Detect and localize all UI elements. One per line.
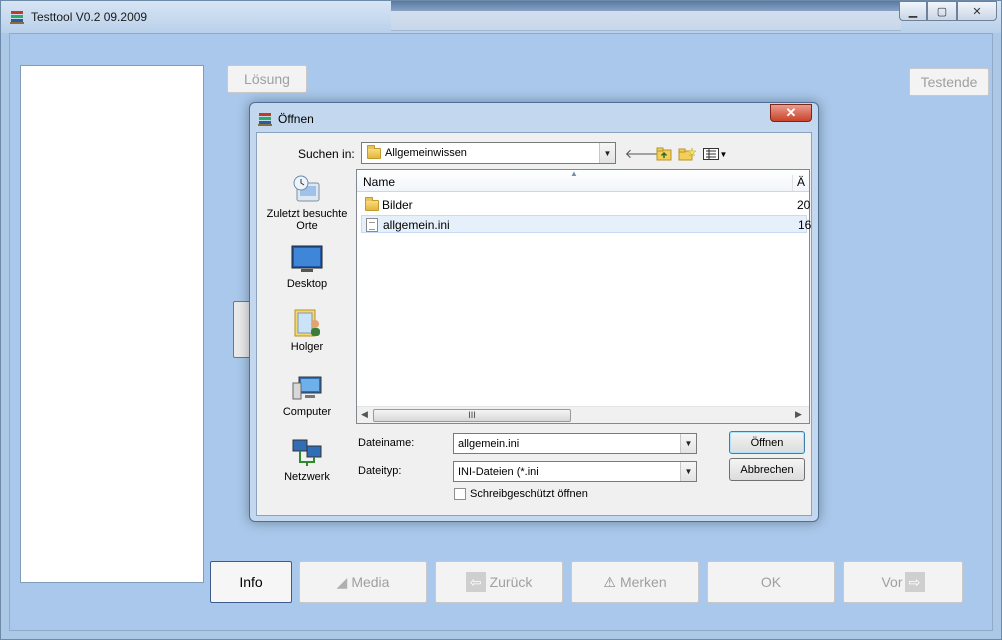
view-menu-icon[interactable]: ▼ [701,145,729,163]
place-computer-label: Computer [282,406,332,418]
scrollbar-thumb[interactable]: III [373,409,571,422]
close-icon: ✕ [785,105,797,120]
background-window-toolbar [391,1,901,31]
scroll-right-icon[interactable]: ▶ [795,409,802,420]
place-holger-label: Holger [290,341,324,353]
filetype-value: INI-Dateien (*.ini [458,465,539,478]
readonly-checkbox[interactable] [454,488,466,500]
close-button[interactable]: ✕ [957,1,997,21]
place-computer[interactable]: Computer [261,371,353,418]
minimize-icon: ▁ [908,5,918,18]
window-title: Testtool V0.2 09.2009 [31,10,148,24]
chevron-down-icon[interactable]: ▼ [599,143,615,163]
main-titlebar[interactable]: Testtool V0.2 09.2009 ▁ ▢ ✕ [1,1,1001,33]
place-network[interactable]: Netzwerk [261,436,353,483]
file-list-header: Name ▲ Ä [357,169,809,192]
warning-icon: ⚠ [603,573,616,590]
minimize-button[interactable]: ▁ [899,1,927,21]
look-in-combo[interactable]: Allgemeinwissen ▼ [361,142,616,164]
place-recent-label-2: Orte [296,220,318,232]
places-bar: Zuletzt besuchte Orte Desktop Holger Com… [261,171,353,483]
filetype-label: Dateityp: [358,465,402,477]
chevron-down-icon[interactable]: ▼ [680,434,696,453]
look-in-label: Suchen in: [298,147,355,161]
chevron-down-icon[interactable]: ▼ [680,462,696,481]
zurueck-button-label: Zurück [489,574,533,590]
dialog-title: Öffnen [278,112,314,126]
computer-icon [291,371,323,403]
recent-places-icon [291,173,323,205]
file-row-folder[interactable]: Bilder 20 [361,196,811,214]
filename-input[interactable]: allgemein.ini ▼ [453,433,697,454]
dialog-app-icon [258,113,272,126]
window-controls: ▁ ▢ ✕ [899,1,997,21]
place-holger[interactable]: Holger [261,306,353,353]
info-button[interactable]: Info [210,561,292,603]
file-row-ini[interactable]: allgemein.ini 16 [361,215,811,235]
column-name-header[interactable]: Name [363,175,395,189]
ok-button[interactable]: OK [707,561,835,603]
filename-label: Dateiname: [358,437,415,449]
sort-ascending-icon: ▲ [570,169,578,178]
back-icon[interactable]: 🡐 [625,145,660,163]
filename-value: allgemein.ini [458,437,520,450]
folder-icon [365,197,379,214]
maximize-icon: ▢ [936,5,948,18]
file-name: Bilder [382,198,413,212]
place-network-label: Netzwerk [284,471,330,483]
dialog-close-button[interactable]: ✕ [770,104,812,122]
file-list[interactable]: Name ▲ Ä Bilder 20 allgemein.ini 16 ◀ II… [356,169,811,424]
vor-button-label: Vor [881,574,903,590]
network-icon [291,436,323,468]
dialog-titlebar[interactable]: Öffnen ✕ [250,103,818,133]
testende-button[interactable]: Testende [909,68,989,96]
close-icon: ✕ [972,5,982,18]
arrow-left-icon: ⇦ [465,572,486,592]
maximize-button[interactable]: ▢ [927,1,957,21]
media-icon: ◢ [336,573,348,590]
dialog-body: Suchen in: Allgemeinwissen ▼ 🡐 ▼ Zuletzt… [256,132,812,516]
media-button-label: Media [351,574,390,590]
place-recent[interactable]: Zuletzt besuchte Orte [261,173,353,232]
arrow-right-icon: ⇨ [904,572,925,592]
merken-button[interactable]: ⚠ Merken [571,561,699,603]
cancel-button[interactable]: Abbrechen [729,458,805,481]
column-date-header[interactable]: Ä [792,175,805,191]
vor-button[interactable]: Vor ⇨ [843,561,963,603]
user-folder-icon [291,306,323,338]
merken-button-label: Merken [619,574,667,590]
file-date: 20 [797,198,811,212]
file-date: 16 [798,218,812,232]
zurueck-button[interactable]: ⇦ Zurück [435,561,563,603]
place-desktop[interactable]: Desktop [261,243,353,290]
look-in-value: Allgemeinwissen [385,147,467,159]
scroll-left-icon[interactable]: ◀ [361,409,368,420]
folder-icon [367,144,381,159]
readonly-label: Schreibgeschützt öffnen [470,488,588,500]
open-file-dialog: Öffnen ✕ Suchen in: Allgemeinwissen ▼ 🡐 … [249,102,819,522]
desktop-icon [291,243,323,275]
app-icon [10,11,24,24]
filetype-select[interactable]: INI-Dateien (*.ini ▼ [453,461,697,482]
ini-file-icon [366,218,378,235]
up-folder-icon[interactable] [655,145,673,163]
media-button[interactable]: ◢ Media [299,561,427,603]
open-button[interactable]: Öffnen [729,431,805,454]
horizontal-scrollbar[interactable]: ◀ III ▶ [357,406,809,423]
place-desktop-label: Desktop [286,278,328,290]
file-name: allgemein.ini [383,218,450,232]
question-list-panel[interactable] [20,65,204,583]
new-folder-icon[interactable] [677,145,697,163]
scrollbar-grip: III [468,410,476,420]
place-recent-label-1: Zuletzt besuchte [266,208,348,220]
loesung-button[interactable]: Lösung [227,65,307,93]
